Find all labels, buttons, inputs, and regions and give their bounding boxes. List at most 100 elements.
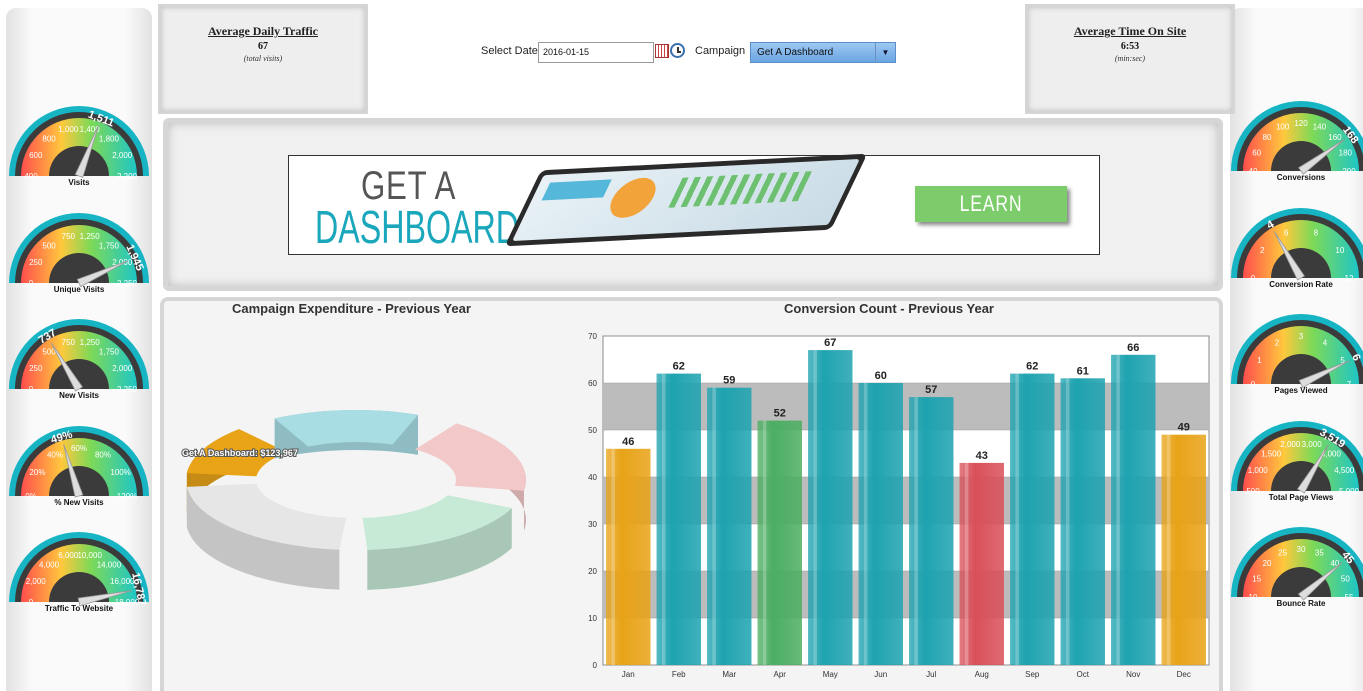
gauge-tick-label: 1,250 [80, 232, 101, 241]
x-tick-label: Nov [1126, 670, 1140, 679]
gauge-label: Pages Viewed [1274, 386, 1328, 395]
gauge-dial: 5001,0001,5002,000 3,0004,0004,5005,0003,… [1231, 421, 1363, 496]
gauge-tick-label: 250 [29, 258, 43, 267]
bar-value-label: 57 [925, 384, 937, 396]
gauge-label: % New Visits [54, 498, 104, 507]
gauge-tick-label: 10 [1335, 246, 1344, 255]
gauge-tick-label: 60% [71, 444, 87, 453]
bar-highlight [611, 448, 615, 665]
bar-highlight [762, 420, 767, 665]
x-tick-label: Feb [672, 670, 686, 679]
avg-daily-traffic-value: 67 [258, 41, 268, 52]
gauge-new-visits: 0% 20% 40% 60% 80% 100% 120% 49%% New Visits [4, 410, 154, 510]
gauge-tick-label: 25 [1278, 549, 1287, 558]
bar-value-label: 62 [673, 361, 685, 373]
calendar-icon[interactable] [655, 44, 669, 58]
date-input[interactable]: 2016-01-15 [538, 42, 654, 63]
bar-value-label: 49 [1178, 422, 1190, 434]
avg-time-on-site-unit: (min:sec) [1114, 54, 1146, 63]
gauge-tick-label: 8 [1314, 228, 1319, 237]
gauge-tick-label: 20% [29, 468, 45, 477]
y-tick-label: 10 [588, 614, 597, 623]
bar-highlight [813, 350, 817, 665]
gauge-dial: 10152025 30 3540505545 [1231, 527, 1363, 602]
bar-value-label: 66 [1127, 342, 1139, 354]
gauge-tick-label: 1 [1257, 356, 1262, 365]
gauge-tick-label: 15 [1252, 575, 1261, 584]
gauge-tick-label: 60 [1252, 149, 1261, 158]
avg-daily-traffic-unit: (total visits) [243, 54, 283, 63]
gauge-tick-label: 1,000 [58, 125, 79, 134]
gauge-tick-label: 40% [47, 450, 63, 459]
gauge-tick-label: 2 [1260, 246, 1265, 255]
campaign-expenditure-chart: Get A Dashboard: $123,967 [181, 410, 526, 590]
gauge-tick-label: 3,000 [1302, 440, 1323, 449]
x-tick-label: May [823, 670, 838, 679]
gauge-dial: 02,0004,0006,000 10,00014,00016,00018,000… [9, 532, 149, 607]
gauge-tick-label: 2,000 [112, 151, 133, 160]
gauge-tick-label: 3 [1299, 332, 1304, 341]
x-tick-label: Sep [1025, 670, 1040, 679]
y-tick-label: 60 [588, 379, 597, 388]
gauge-tick-label: 30 [1297, 545, 1306, 554]
gauge-conversions: 40 60 80 100 120 140 160 180 200 168 Conversions [1226, 85, 1363, 185]
bar-highlight [1166, 434, 1171, 665]
bar-highlight [1065, 378, 1070, 665]
gauge-tick-label: 80% [95, 450, 111, 459]
gauge-traffic-to-website: 0 2,000 4,000 6,000 10,000 14,000 16,000 18,000… [4, 516, 154, 616]
y-tick-label: 40 [588, 473, 597, 482]
gauge-label: Visits [68, 178, 90, 187]
gauge-tick-label: 2,000 [26, 577, 47, 586]
bar-value-label: 67 [824, 337, 836, 349]
bar-highlight [661, 373, 666, 665]
gauge-label: New Visits [59, 391, 99, 400]
clock-icon[interactable] [670, 43, 685, 58]
bar-value-label: 60 [875, 370, 887, 382]
gauge-tick-label: 160 [1328, 133, 1342, 142]
gauge-dial: 406080100 120 140160180200168 [1231, 101, 1363, 176]
campaign-select[interactable]: Get A Dashboard ▼ [750, 42, 896, 63]
gauge-tick-label: 100 [1276, 123, 1290, 132]
x-tick-label: Jun [874, 670, 887, 679]
gauge-tick-label: 1,000 [1248, 466, 1269, 475]
gauge-new-visits: 0 250 500 750 1,250 1,750 2,000 2,250 737 New Vis… [4, 303, 154, 403]
gauge-dial: 02505007501,2501,7502,0002,2501,945 [9, 213, 149, 288]
banner-ad[interactable]: GET A DASHBOARD LEARN MORE [288, 153, 1100, 255]
select-date-label: Select Date [481, 45, 538, 57]
gauge-tick-label: 750 [62, 338, 76, 347]
bar-value-label: 46 [622, 436, 634, 448]
pie-slice-4 [186, 483, 347, 590]
pie-slice-label: Get A Dashboard: $123,967 [182, 448, 298, 458]
x-tick-label: Aug [975, 670, 989, 679]
bar-value-label: 52 [774, 408, 786, 420]
gauge-label: Conversions [1276, 173, 1326, 182]
gauge-label: Conversion Rate [1269, 280, 1333, 289]
gauge-label: Bounce Rate [1276, 599, 1326, 608]
gauge-visits: 400 600 800 1,000 1,400 1,800 2,000 2,200 1,511 V… [4, 90, 154, 190]
campaign-label: Campaign [695, 45, 746, 57]
gauge-label: Total Page Views [1268, 493, 1334, 502]
learn-more-button[interactable]: LEARN MORE [915, 186, 1067, 252]
y-tick-label: 50 [588, 426, 597, 435]
gauge-dial: 4006008001,000 1,4001,8002,0002,2001,511 [9, 106, 149, 181]
learn-more-label: LEARN MORE [959, 191, 1023, 252]
bar-highlight [1116, 354, 1120, 665]
gauge-tick-label: 6 [1284, 228, 1289, 237]
gauge-tick-label: 750 [62, 232, 76, 241]
avg-time-on-site-title: Average Time On Site [1073, 24, 1187, 38]
gauge-tick-label: 80 [1263, 133, 1272, 142]
gauge-label: Unique Visits [53, 285, 105, 294]
gauge-tick-label: 180 [1339, 149, 1353, 158]
y-tick-label: 30 [588, 520, 597, 529]
gauge-tick-label: 140 [1313, 123, 1327, 132]
x-tick-label: Oct [1077, 670, 1090, 679]
gauge-dial: 0%20%40%60%80%100%120%49% [9, 426, 149, 501]
bar-chart-title: Conversion Count - Previous Year [784, 301, 994, 316]
gauge-tick-label: 800 [42, 134, 56, 143]
x-tick-label: Jan [622, 670, 635, 679]
gauge-tick-label: 10,000 [77, 551, 102, 560]
dashboard: 400 600 800 1,000 1,400 1,800 2,000 2,200 1,511 V… [0, 0, 1363, 691]
gauge-bounce-rate: 10 15 20 25 30 35 40 50 55 45 Bounce Rate [1226, 511, 1363, 611]
banner-line2: DASHBOARD [315, 201, 519, 253]
gauge-dial: 01234576 [1231, 314, 1363, 389]
